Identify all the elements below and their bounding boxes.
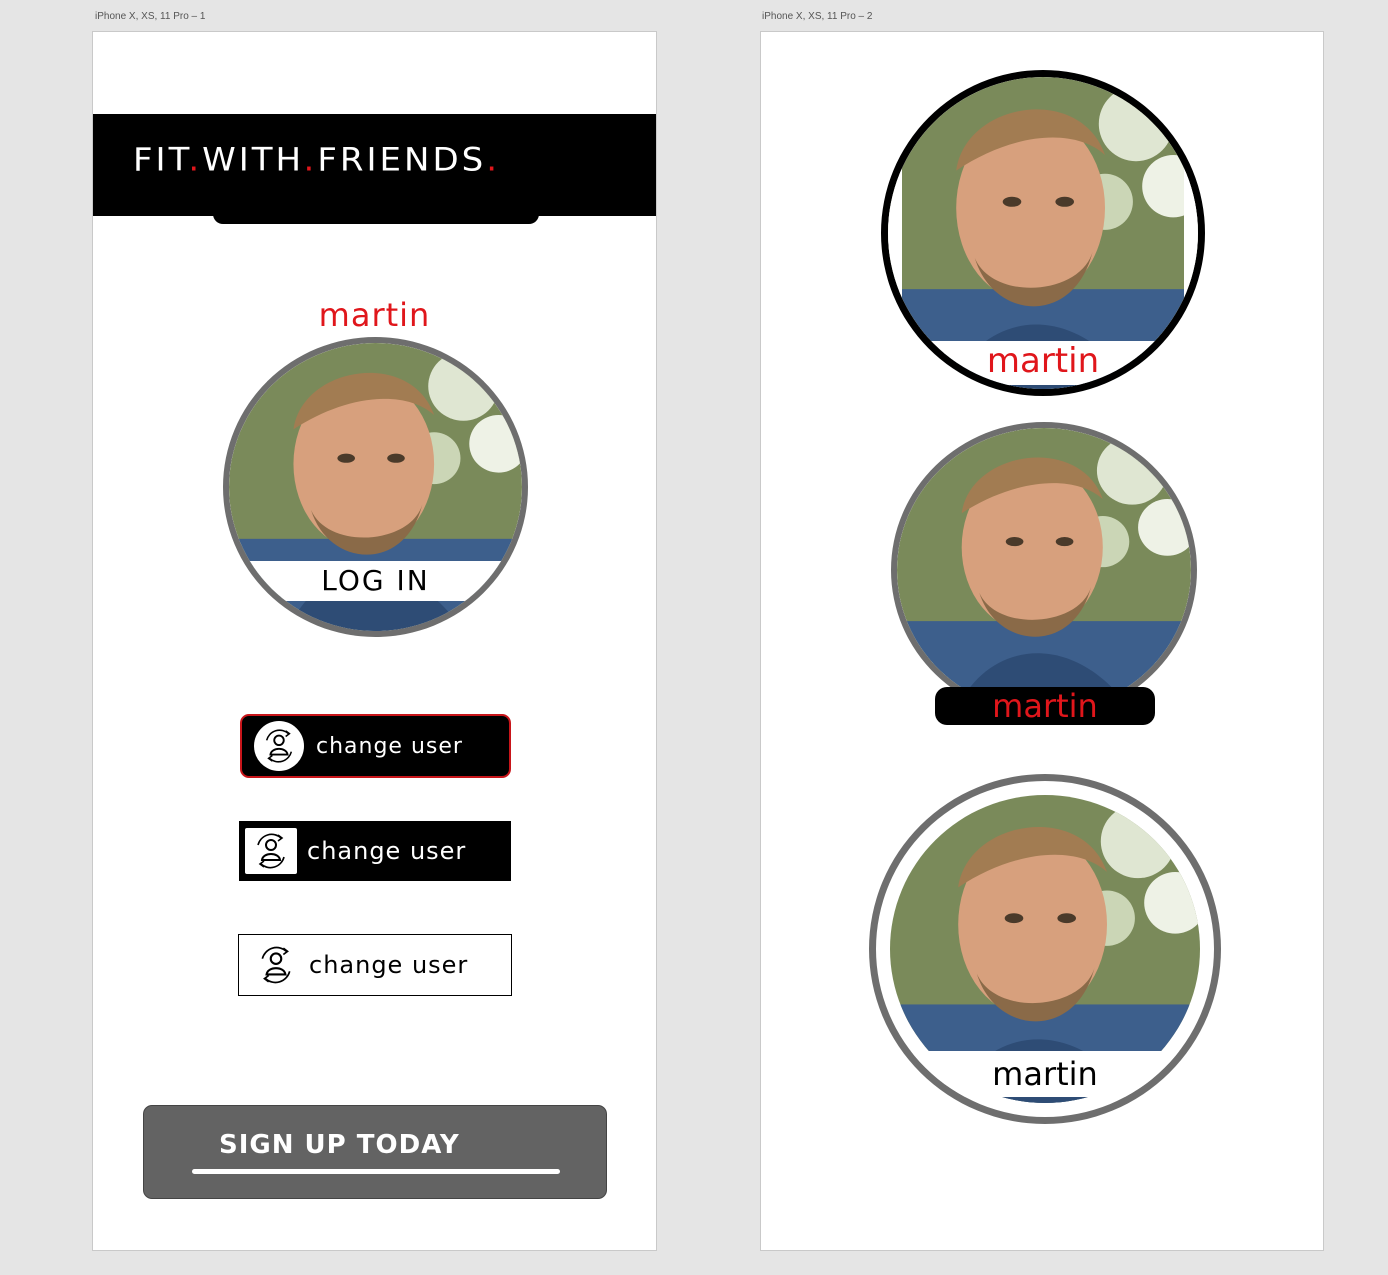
avatar-name: martin (876, 1051, 1214, 1097)
login-avatar-button[interactable]: LOG IN (223, 337, 528, 637)
avatar-variant-black-ring[interactable]: martin (881, 70, 1205, 396)
avatar-variant-gray-ring[interactable] (891, 422, 1197, 718)
avatar-name-pill: martin (935, 687, 1155, 725)
logo-banner-tab (213, 202, 539, 224)
app-logo: FIT.WITH.FRIENDS. (133, 141, 500, 179)
signup-label: SIGN UP TODAY (219, 1130, 460, 1160)
change-user-icon (254, 721, 304, 771)
artboard-label-2: iPhone X, XS, 11 Pro – 2 (762, 11, 873, 22)
avatar-variant-broken-ring[interactable]: martin (869, 774, 1221, 1124)
change-user-button-square[interactable]: change user (239, 821, 511, 881)
change-user-button-outline[interactable]: change user (238, 934, 512, 996)
user-photo (897, 428, 1191, 712)
avatar-name: martin (888, 341, 1198, 385)
change-user-icon (245, 828, 297, 874)
artboard-screen-2: martin martin martin (760, 31, 1324, 1251)
logo-dot: . (486, 141, 501, 179)
artboard-label-1: iPhone X, XS, 11 Pro – 1 (95, 11, 206, 22)
logo-dot: . (188, 141, 203, 179)
login-label: LOG IN (229, 561, 522, 601)
logo-word-fit: FIT (133, 141, 189, 179)
signup-button[interactable]: SIGN UP TODAY (143, 1105, 607, 1199)
logo-word-with: WITH (202, 141, 304, 179)
logo-dot: . (303, 141, 318, 179)
change-user-button-rounded[interactable]: change user (240, 714, 511, 778)
artboard-screen-1: FIT.WITH.FRIENDS. martin LOG IN change u… (92, 31, 657, 1251)
change-user-icon (253, 942, 299, 988)
logo-word-friends: FRIENDS (317, 141, 487, 179)
signup-underline (192, 1169, 560, 1174)
user-name: martin (318, 296, 431, 334)
change-user-label: change user (307, 837, 467, 865)
change-user-label: change user (316, 733, 463, 759)
change-user-label: change user (309, 951, 469, 979)
